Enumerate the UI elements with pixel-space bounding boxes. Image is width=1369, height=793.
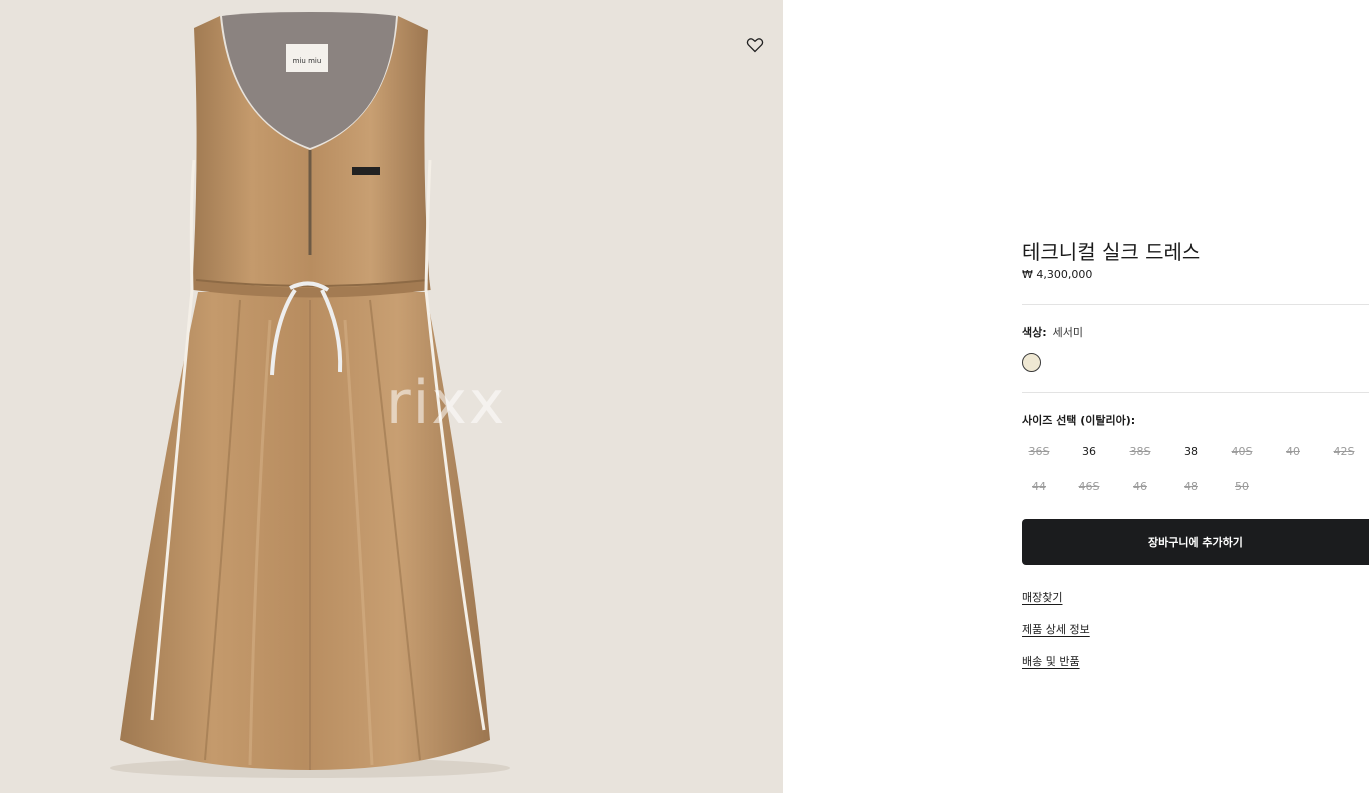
size-option[interactable]: 46S xyxy=(1072,478,1106,496)
brand-label: miu miu xyxy=(293,57,322,65)
size-option[interactable]: 46 xyxy=(1123,478,1157,496)
divider xyxy=(1022,392,1369,393)
shipping-returns-link[interactable]: 배송 및 반품 xyxy=(1022,653,1080,669)
size-option[interactable]: 38S xyxy=(1123,443,1157,461)
product-image-gallery: miu miu rixx xyxy=(0,0,783,793)
divider xyxy=(1022,304,1369,305)
size-option[interactable]: 36S xyxy=(1022,443,1056,461)
store-finder-link[interactable]: 매장찾기 xyxy=(1022,589,1062,605)
color-label: 색상: xyxy=(1022,326,1047,339)
add-to-cart-button[interactable]: 장바구니에 추가하기 xyxy=(1022,519,1369,565)
color-swatch-sesame[interactable] xyxy=(1022,353,1041,372)
size-option[interactable]: 50 xyxy=(1225,478,1259,496)
size-option[interactable]: 38 xyxy=(1174,443,1208,461)
wishlist-button[interactable] xyxy=(746,37,764,53)
size-label-row: 사이즈 선택 (이탈리아): xyxy=(1022,412,1135,428)
size-option[interactable]: 48 xyxy=(1174,478,1208,496)
product-price: ₩ 4,300,000 xyxy=(1022,268,1093,281)
size-option[interactable]: 36 xyxy=(1072,443,1106,461)
color-value: 세서미 xyxy=(1052,326,1084,339)
product-details-link[interactable]: 제품 상세 정보 xyxy=(1022,621,1090,637)
size-option[interactable]: 40S xyxy=(1225,443,1259,461)
size-option[interactable]: 44 xyxy=(1022,478,1056,496)
heart-icon xyxy=(746,38,764,53)
color-row: 색상: 세서미 xyxy=(1022,324,1083,340)
watermark: rixx xyxy=(386,368,507,438)
product-title: 테크니컬 실크 드레스 xyxy=(1022,240,1201,264)
size-option[interactable]: 40 xyxy=(1276,443,1310,461)
product-info-panel: 테크니컬 실크 드레스 ₩ 4,300,000 색상: 세서미 사이즈 선택 (이… xyxy=(1022,0,1369,793)
size-option[interactable]: 42S xyxy=(1327,443,1361,461)
size-label: 사이즈 선택 (이탈리아): xyxy=(1022,414,1136,427)
